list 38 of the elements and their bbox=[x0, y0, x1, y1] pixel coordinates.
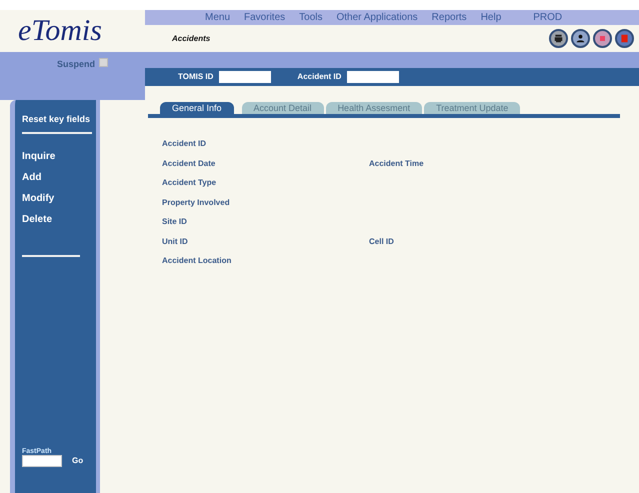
environment-label: PROD bbox=[533, 11, 562, 25]
sidebar-action-link[interactable]: Inquire bbox=[22, 146, 94, 167]
key-field-input[interactable] bbox=[219, 71, 272, 83]
sidebar-action-link[interactable]: Delete bbox=[22, 209, 94, 230]
field-label: Accident ID bbox=[162, 138, 208, 150]
printer-icon[interactable] bbox=[549, 29, 568, 48]
menu-item[interactable]: Menu bbox=[205, 10, 230, 25]
reset-key-fields-link[interactable]: Reset key fields bbox=[22, 113, 90, 126]
sidebar-action-link[interactable]: Add bbox=[22, 167, 94, 188]
tab[interactable]: Treatment Update bbox=[424, 102, 520, 114]
suspend-label: Suspend bbox=[56, 58, 95, 71]
field-label: Site ID bbox=[162, 216, 188, 228]
tab[interactable]: Account Detail bbox=[242, 102, 324, 114]
key-field-label: TOMIS ID bbox=[178, 71, 214, 83]
fastpath-field[interactable] bbox=[22, 455, 62, 467]
sidebar-action-link[interactable]: Modify bbox=[22, 188, 94, 209]
tab[interactable]: Health Assesment bbox=[326, 102, 422, 114]
field-label: Accident Time bbox=[369, 158, 425, 170]
menu-item[interactable]: Reports bbox=[432, 10, 467, 25]
field-label: Accident Type bbox=[162, 177, 218, 189]
field-label: Accident Location bbox=[162, 255, 232, 267]
field-label: Accident Date bbox=[162, 158, 216, 170]
key-field-input[interactable] bbox=[347, 71, 400, 83]
field-label: Property Involved bbox=[162, 196, 231, 209]
field-label: Cell ID bbox=[369, 236, 395, 248]
menu-item[interactable]: Favorites bbox=[244, 10, 286, 25]
suspend-checkbox[interactable] bbox=[99, 58, 108, 67]
field-label: Unit ID bbox=[162, 236, 189, 248]
menu-item[interactable]: Other Applications bbox=[336, 10, 418, 25]
go-button[interactable]: Go bbox=[72, 455, 84, 467]
page-title: Accidents bbox=[172, 32, 210, 44]
stop-icon[interactable] bbox=[615, 29, 634, 48]
logo: eTomis bbox=[18, 16, 102, 46]
person-icon[interactable] bbox=[571, 29, 590, 48]
key-field-label: Accident ID bbox=[297, 71, 342, 83]
menu-item[interactable]: Help bbox=[480, 10, 502, 25]
menu-item[interactable]: Tools bbox=[299, 10, 322, 25]
tab[interactable]: General Info bbox=[160, 102, 234, 114]
